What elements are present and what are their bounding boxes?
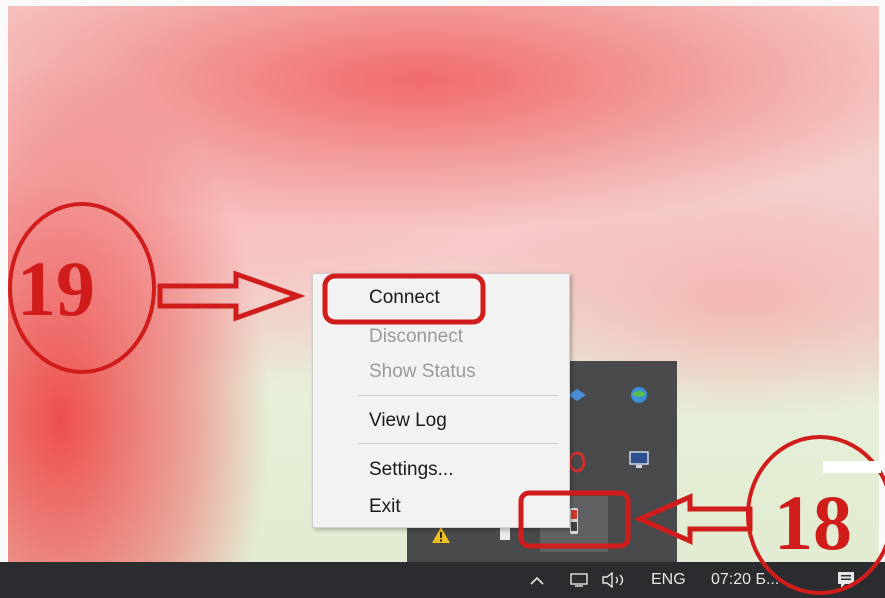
menu-separator (358, 443, 558, 444)
tray-context-menu: Connect Disconnect Show Status View Log … (312, 273, 570, 528)
screen-border-right (879, 0, 885, 562)
show-hidden-icons-chevron[interactable] (527, 562, 547, 598)
menu-item-show-status: Show Status (369, 361, 476, 382)
clock[interactable]: 07:20 Б... (711, 562, 779, 598)
volume-icon[interactable] (598, 562, 632, 598)
menu-item-disconnect: Disconnect (369, 326, 463, 347)
network-globe-icon[interactable] (628, 384, 650, 406)
screen-border-top (0, 0, 885, 6)
menu-item-connect[interactable]: Connect (369, 287, 440, 309)
annotation-step-18: 18 (774, 479, 852, 566)
menu-item-exit[interactable]: Exit (369, 496, 401, 518)
action-center-icon[interactable] (834, 562, 858, 598)
menu-item-view-log[interactable]: View Log (369, 410, 447, 432)
input-language[interactable]: ENG (651, 562, 686, 598)
screen-border-left (0, 0, 8, 562)
menu-item-settings[interactable]: Settings... (369, 459, 454, 481)
display-monitor-icon[interactable] (628, 449, 650, 471)
annotation-step-19: 19 (17, 245, 95, 332)
menu-separator (358, 395, 558, 396)
network-icon[interactable] (567, 562, 591, 598)
taskbar: ENG 07:20 Б... (0, 562, 885, 598)
